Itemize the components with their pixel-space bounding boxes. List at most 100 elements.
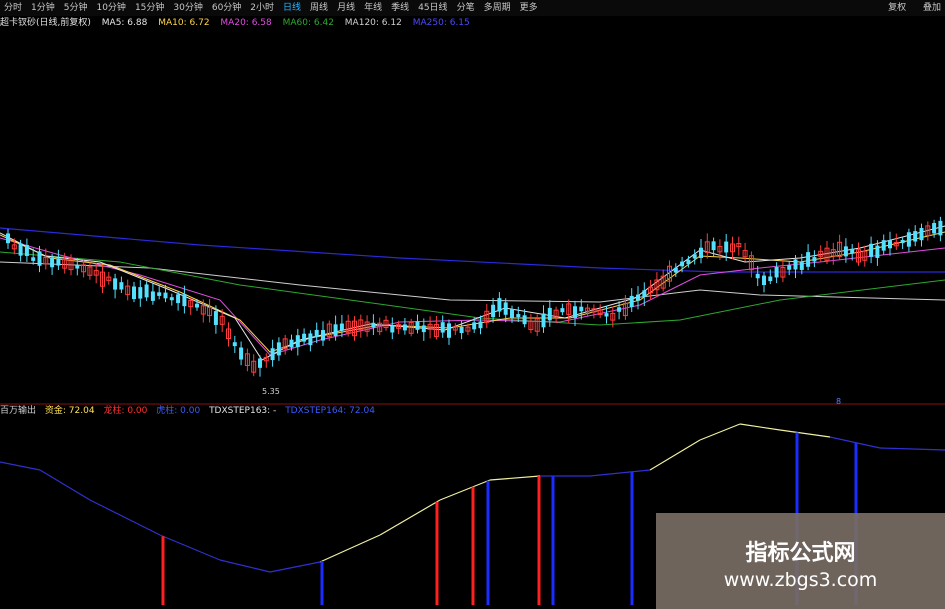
blue-signal-bar [630, 471, 634, 605]
candle-body [573, 306, 577, 318]
red-signal-bar [161, 536, 165, 605]
indicator-v4: TDXSTEP163: - [209, 406, 277, 416]
candle-body [333, 324, 338, 337]
candle-body [560, 308, 565, 313]
indicator-v3: 虎柱: 0.00 [156, 406, 201, 416]
indicator-info-bar: 百万输出 资金: 72.04 龙柱: 0.00 虎柱: 0.00 TDXSTEP… [0, 405, 381, 418]
candle-body [724, 241, 729, 253]
candle-body [232, 342, 237, 347]
candle-body [308, 333, 313, 346]
candle-body [510, 308, 514, 318]
candle-body [711, 241, 716, 251]
candle-body [132, 286, 136, 300]
candle-body [843, 246, 848, 257]
candle-body [755, 273, 760, 279]
candle-body [415, 321, 420, 330]
candle-body [163, 292, 168, 299]
candle-body [919, 228, 924, 241]
candle-body [812, 257, 817, 262]
candle-body [888, 240, 892, 249]
candle-body [787, 265, 792, 270]
candle-body [869, 243, 874, 257]
oscillator-line [489, 475, 541, 481]
low-price-label: 5.35 [262, 387, 280, 396]
candle-body [478, 321, 483, 329]
candle-body [157, 292, 162, 296]
red-signal-bar [471, 486, 475, 605]
candle-body [932, 223, 937, 234]
candle-body [686, 259, 691, 265]
red-signal-bar [537, 476, 541, 605]
candle-body [402, 324, 407, 331]
candle-body [176, 294, 181, 304]
blue-signal-bar [551, 476, 555, 605]
candle-body [258, 358, 262, 368]
candle-body [195, 303, 199, 308]
period-marker: 8 [836, 397, 841, 406]
candle-body [881, 240, 886, 251]
candle-body [339, 323, 344, 331]
candle-body [239, 347, 244, 360]
candle-body [270, 348, 275, 361]
candle-body [793, 259, 798, 270]
candle-body [642, 290, 647, 298]
candle-body [56, 258, 61, 266]
candle-body [673, 267, 678, 273]
candle-body [119, 282, 124, 290]
candle-body [421, 325, 426, 333]
candle-body [522, 315, 527, 325]
candle-body [295, 335, 300, 348]
candle-body [497, 298, 502, 312]
candle-body [447, 323, 451, 338]
watermark-url: www.zbgs3.com [723, 569, 878, 591]
candle-body [472, 322, 477, 330]
candle-body [541, 313, 546, 328]
candle-body [440, 322, 445, 333]
candle-body [31, 257, 36, 261]
candle-body [113, 278, 118, 290]
candle-body [699, 247, 703, 258]
oscillator-line [779, 429, 831, 438]
candle-body [938, 220, 943, 236]
oscillator-line [739, 423, 781, 431]
candle-body [768, 276, 773, 282]
candle-body [390, 325, 395, 333]
candle-body [850, 248, 855, 254]
oscillator-line [219, 559, 271, 573]
candle-body [276, 342, 281, 356]
watermark: 指标公式网 www.zbgs3.com [656, 513, 945, 609]
oscillator-line [319, 534, 381, 563]
candle-body [503, 302, 508, 315]
watermark-title: 指标公式网 [745, 541, 856, 566]
candle-body [182, 294, 187, 307]
blue-signal-bar [320, 561, 324, 605]
oscillator-line [269, 561, 321, 573]
candle-body [762, 275, 766, 286]
candle-body [314, 329, 319, 338]
oscillator-line [589, 469, 651, 477]
oscillator-line [649, 439, 701, 471]
candle-body [547, 307, 552, 321]
oscillator-line [699, 423, 741, 441]
candle-body [692, 254, 697, 259]
oscillator-line [39, 469, 91, 501]
candle-body [150, 291, 155, 301]
candle-body [169, 297, 174, 301]
oscillator-line [439, 479, 491, 501]
indicator-name[interactable]: 百万输出 [0, 406, 36, 416]
candle-body [459, 326, 464, 334]
candle-body [680, 261, 685, 267]
candle-body [18, 243, 23, 256]
candle-body [516, 314, 521, 318]
candle-body [604, 313, 609, 317]
candle-body [75, 264, 80, 269]
candle-body [24, 244, 29, 256]
candle-body [213, 311, 218, 325]
indicator-v2: 龙柱: 0.00 [103, 406, 148, 416]
candle-body [302, 333, 307, 342]
candle-body [913, 231, 918, 242]
red-signal-bar [435, 501, 439, 605]
oscillator-line [879, 447, 945, 451]
candle-body [138, 287, 143, 299]
candle-body [636, 294, 640, 301]
